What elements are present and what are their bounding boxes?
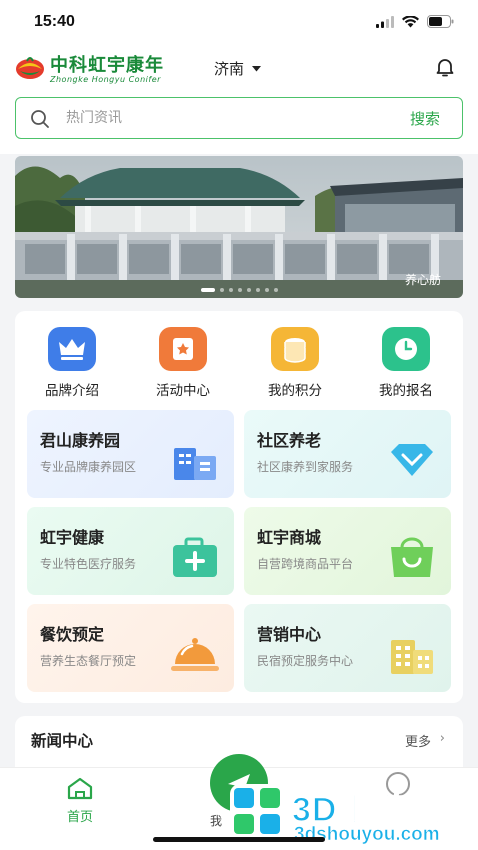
office-building-icon bbox=[391, 640, 433, 674]
city-selector[interactable]: 济南 bbox=[214, 58, 262, 79]
banner-dot[interactable] bbox=[200, 288, 215, 292]
app-header: 中科虹宇康年 Zhongke Hongyu Conifer 济南 bbox=[0, 46, 478, 90]
tile-title: 营销中心 bbox=[257, 625, 322, 644]
coins-icon bbox=[271, 327, 319, 371]
news-more-link[interactable]: 更多 bbox=[405, 731, 431, 750]
tile-title: 虹宇健康 bbox=[40, 528, 105, 547]
search-section: 搜索 bbox=[0, 90, 478, 154]
cellular-signal-icon bbox=[376, 15, 394, 28]
tile-health[interactable]: 虹宇健康 专业特色医疗服务 bbox=[27, 507, 234, 595]
home-icon bbox=[67, 777, 93, 800]
tile-dining[interactable]: 餐饮预定 营养生态餐厅预定 bbox=[27, 604, 234, 692]
tile-community[interactable]: 社区养老 社区康养到家服务 bbox=[244, 410, 451, 498]
tab-home[interactable]: 首页 bbox=[50, 776, 110, 825]
search-button[interactable]: 搜索 bbox=[410, 108, 440, 129]
tile-subtitle: 营养生态餐厅预定 bbox=[40, 654, 137, 668]
tab-center-label: 我 bbox=[210, 814, 223, 828]
home-indicator bbox=[153, 837, 325, 842]
quick-link-label: 我的报名 bbox=[379, 383, 433, 399]
diamond-chevron-icon bbox=[391, 444, 433, 476]
quick-link-activity[interactable]: 活动中心 bbox=[138, 327, 228, 399]
tile-subtitle: 专业特色医疗服务 bbox=[40, 557, 137, 571]
shopping-bag-icon bbox=[391, 537, 433, 577]
tile-marketing[interactable]: 营销中心 民宿预定服务中心 bbox=[244, 604, 451, 692]
tile-subtitle: 民宿预定服务中心 bbox=[257, 654, 354, 668]
star-flag-icon bbox=[159, 327, 207, 371]
banner-dot[interactable] bbox=[273, 288, 278, 292]
status-time: 15:40 bbox=[34, 13, 75, 30]
tile-title: 虹宇商城 bbox=[257, 528, 322, 547]
search-icon bbox=[31, 110, 49, 128]
tile-junshan[interactable]: 君山康养园 专业品牌康养园区 bbox=[27, 410, 234, 498]
city-label: 济南 bbox=[214, 60, 245, 78]
banner-dot[interactable] bbox=[219, 288, 224, 292]
food-cloche-icon bbox=[171, 638, 219, 671]
banner-carousel[interactable]: 养心舫 bbox=[15, 156, 463, 298]
quick-link-label: 我的积分 bbox=[268, 383, 322, 399]
banner-dot[interactable] bbox=[228, 288, 233, 292]
crown-icon bbox=[48, 327, 96, 371]
quick-link-label: 活动中心 bbox=[156, 383, 210, 399]
quick-link-points[interactable]: 我的积分 bbox=[250, 327, 340, 399]
tile-title: 社区养老 bbox=[257, 431, 322, 450]
services-card: 品牌介绍 活动中心 我的积分 我的报名 君山康养园 专业品牌康养园区 社区养老 … bbox=[15, 311, 463, 703]
chevron-right-icon: › bbox=[439, 731, 445, 746]
quick-link-registration[interactable]: 我的报名 bbox=[361, 327, 451, 399]
banner-dot[interactable] bbox=[237, 288, 242, 292]
medical-kit-icon bbox=[173, 537, 217, 577]
watermark-logo-icon bbox=[230, 784, 284, 838]
news-title: 新闻中心 bbox=[31, 732, 94, 750]
tile-subtitle: 专业品牌康养园区 bbox=[40, 460, 137, 474]
brand-emblem-icon bbox=[16, 56, 44, 79]
banner-dot[interactable] bbox=[255, 288, 260, 292]
brand-subtitle: Zhongke Hongyu Conifer bbox=[50, 75, 161, 84]
wifi-icon bbox=[402, 15, 419, 27]
search-input[interactable] bbox=[66, 98, 366, 137]
clock-icon bbox=[382, 327, 430, 371]
battery-icon bbox=[427, 15, 454, 28]
brand-title: 中科虹宇康年 bbox=[50, 55, 164, 75]
search-bar[interactable]: 搜索 bbox=[15, 97, 463, 139]
brand-logo[interactable]: 中科虹宇康年 Zhongke Hongyu Conifer bbox=[14, 51, 164, 84]
status-icons bbox=[376, 15, 454, 28]
tile-mall[interactable]: 虹宇商城 自营跨境商品平台 bbox=[244, 507, 451, 595]
tile-subtitle: 社区康养到家服务 bbox=[257, 460, 354, 474]
banner-pagination bbox=[15, 288, 463, 292]
building-icon bbox=[174, 448, 216, 480]
banner-dot[interactable] bbox=[246, 288, 251, 292]
tile-subtitle: 自营跨境商品平台 bbox=[257, 557, 354, 571]
tab-home-label: 首页 bbox=[66, 810, 93, 825]
quick-link-brand[interactable]: 品牌介绍 bbox=[27, 327, 117, 399]
tile-title: 君山康养园 bbox=[40, 431, 121, 450]
quick-link-label: 品牌介绍 bbox=[45, 383, 99, 399]
tile-title: 餐饮预定 bbox=[40, 625, 105, 644]
banner-caption: 养心舫 bbox=[404, 273, 441, 287]
notification-bell-icon[interactable] bbox=[434, 56, 456, 78]
status-bar: 15:40 bbox=[0, 0, 478, 46]
banner-image bbox=[15, 156, 463, 298]
watermark-url: 3dshouyou.com bbox=[294, 824, 440, 846]
caret-down-icon bbox=[252, 65, 262, 71]
banner-dot[interactable] bbox=[264, 288, 269, 292]
